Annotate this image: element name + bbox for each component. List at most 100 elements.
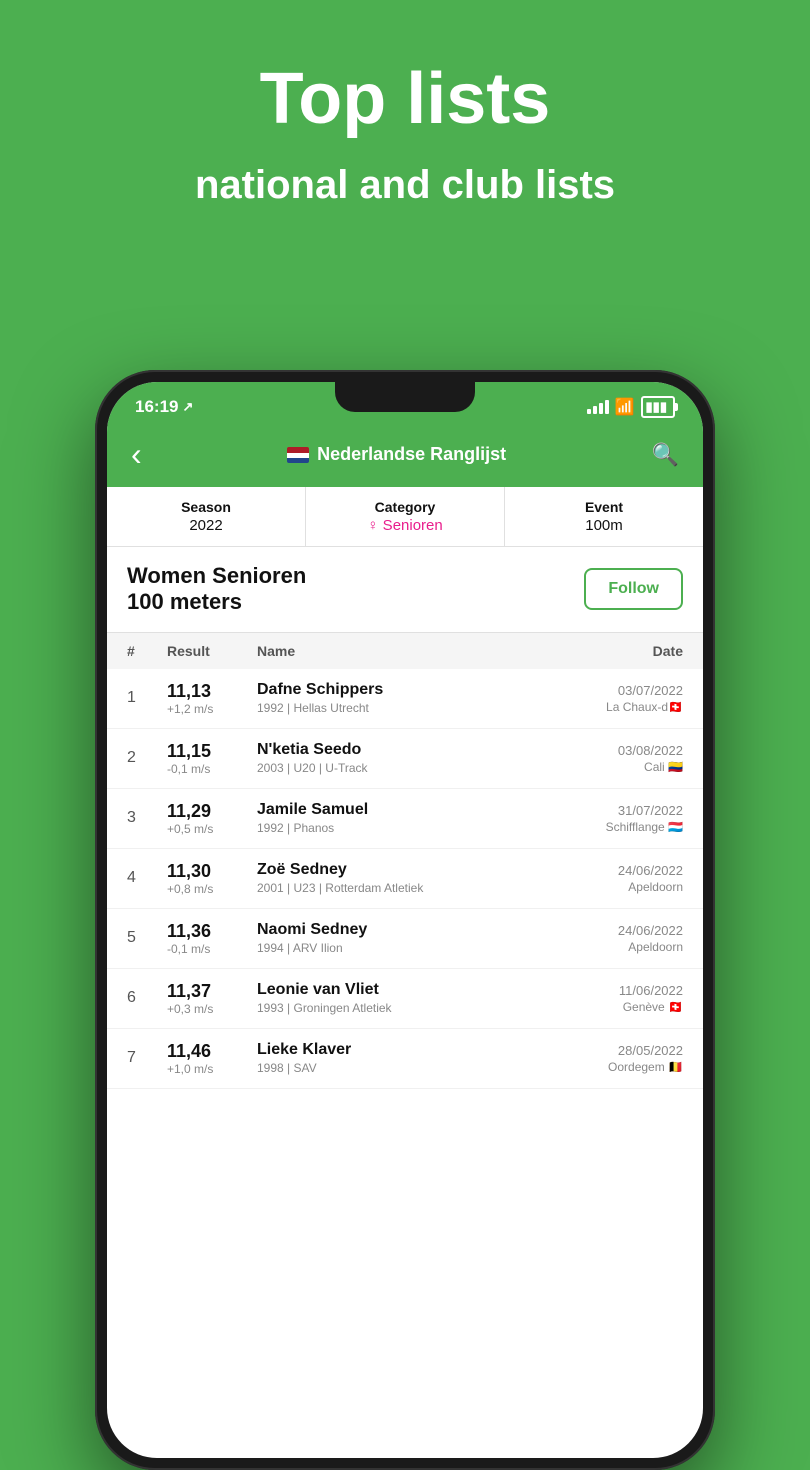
category-filter[interactable]: Category ♀ Senioren — [306, 487, 505, 546]
athlete-info: 2001 | U23 | Rotterdam Atletiek — [257, 881, 563, 895]
athlete-name: Naomi Sedney — [257, 921, 563, 939]
location-value: Apeldoorn — [563, 880, 683, 894]
result-cell: 11,46 +1,0 m/s — [167, 1041, 257, 1076]
result-value: 11,13 — [167, 681, 257, 702]
athlete-info: 1992 | Phanos — [257, 821, 563, 835]
table-row[interactable]: 3 11,29 +0,5 m/s Jamile Samuel 1992 | Ph… — [107, 789, 703, 849]
nav-bar: ‹ Nederlandse Ranglijst 🔍 — [107, 426, 703, 487]
athlete-info: 1994 | ARV Ilion — [257, 941, 563, 955]
result-cell: 11,36 -0,1 m/s — [167, 921, 257, 956]
status-icons: 📶 ▮▮▮ — [587, 396, 675, 418]
date-value: 03/07/2022 — [563, 683, 683, 698]
location-icon: ↗ — [182, 399, 193, 415]
event-filter[interactable]: Event 100m — [505, 487, 703, 546]
nl-flag-icon — [287, 444, 309, 465]
battery-icon: ▮▮▮ — [641, 396, 675, 418]
athlete-name: Dafne Schippers — [257, 681, 563, 699]
rank-cell: 2 — [127, 749, 167, 767]
table-row[interactable]: 1 11,13 +1,2 m/s Dafne Schippers 1992 | … — [107, 669, 703, 729]
name-cell: Dafne Schippers 1992 | Hellas Utrecht — [257, 681, 563, 715]
athlete-info: 1993 | Groningen Atletiek — [257, 1001, 563, 1015]
date-value: 31/07/2022 — [563, 803, 683, 818]
season-filter[interactable]: Season 2022 — [107, 487, 306, 546]
athlete-name: N'ketia Seedo — [257, 741, 563, 759]
name-cell: N'ketia Seedo 2003 | U20 | U-Track — [257, 741, 563, 775]
event-label: Event — [513, 499, 695, 515]
date-cell: 03/07/2022 La Chaux-d🇨🇭 — [563, 683, 683, 714]
result-value: 11,36 — [167, 921, 257, 942]
date-value: 28/05/2022 — [563, 1043, 683, 1058]
date-cell: 03/08/2022 Cali 🇨🇴 — [563, 743, 683, 774]
wind-value: +0,5 m/s — [167, 822, 257, 836]
result-cell: 11,15 -0,1 m/s — [167, 741, 257, 776]
rank-cell: 3 — [127, 809, 167, 827]
result-value: 11,29 — [167, 801, 257, 822]
athlete-name: Leonie van Vliet — [257, 981, 563, 999]
name-cell: Leonie van Vliet 1993 | Groningen Atleti… — [257, 981, 563, 1015]
rank-cell: 7 — [127, 1049, 167, 1067]
table-header: # Result Name Date — [107, 633, 703, 669]
phone-notch — [335, 382, 475, 412]
date-value: 24/06/2022 — [563, 923, 683, 938]
athlete-info: 2003 | U20 | U-Track — [257, 761, 563, 775]
location-value: Schifflange 🇱🇺 — [563, 820, 683, 834]
date-cell: 24/06/2022 Apeldoorn — [563, 923, 683, 954]
location-value: Genève 🇨🇭 — [563, 1000, 683, 1014]
result-cell: 11,30 +0,8 m/s — [167, 861, 257, 896]
category-label: Category — [314, 499, 496, 515]
list-title: Women Senioren 100 meters — [127, 563, 306, 616]
wifi-icon: 📶 — [615, 397, 635, 417]
wind-value: +0,8 m/s — [167, 882, 257, 896]
nav-title-text: Nederlandse Ranglijst — [317, 444, 506, 465]
back-button[interactable]: ‹ — [131, 436, 142, 473]
list-heading: Women Senioren — [127, 563, 306, 589]
signal-icon — [587, 400, 609, 414]
result-cell: 11,37 +0,3 m/s — [167, 981, 257, 1016]
hero-title: Top lists — [40, 60, 770, 139]
table-row[interactable]: 2 11,15 -0,1 m/s N'ketia Seedo 2003 | U2… — [107, 729, 703, 789]
status-time: 16:19 ↗ — [135, 397, 193, 417]
table-row[interactable]: 6 11,37 +0,3 m/s Leonie van Vliet 1993 |… — [107, 969, 703, 1029]
rank-cell: 6 — [127, 989, 167, 1007]
season-value: 2022 — [115, 517, 297, 534]
list-subheading: 100 meters — [127, 589, 306, 615]
date-cell: 11/06/2022 Genève 🇨🇭 — [563, 983, 683, 1014]
season-label: Season — [115, 499, 297, 515]
location-value: Oordegem 🇧🇪 — [563, 1060, 683, 1074]
athlete-name: Zoë Sedney — [257, 861, 563, 879]
location-value: La Chaux-d🇨🇭 — [563, 700, 683, 714]
result-value: 11,37 — [167, 981, 257, 1002]
nav-title: Nederlandse Ranglijst — [287, 444, 506, 465]
rank-header: # — [127, 643, 167, 659]
name-cell: Naomi Sedney 1994 | ARV Ilion — [257, 921, 563, 955]
result-cell: 11,29 +0,5 m/s — [167, 801, 257, 836]
athlete-info: 1998 | SAV — [257, 1061, 563, 1075]
wind-value: -0,1 m/s — [167, 942, 257, 956]
follow-button[interactable]: Follow — [584, 568, 683, 610]
wind-value: +0,3 m/s — [167, 1002, 257, 1016]
location-value: Cali 🇨🇴 — [563, 760, 683, 774]
rank-cell: 4 — [127, 869, 167, 887]
date-value: 03/08/2022 — [563, 743, 683, 758]
result-value: 11,30 — [167, 861, 257, 882]
phone-screen: 16:19 ↗ 📶 ▮▮▮ ‹ — [107, 382, 703, 1458]
list-title-section: Women Senioren 100 meters Follow — [107, 547, 703, 633]
result-value: 11,46 — [167, 1041, 257, 1062]
search-icon[interactable]: 🔍 — [652, 442, 679, 468]
phone-frame: 16:19 ↗ 📶 ▮▮▮ ‹ — [95, 370, 715, 1470]
table-body: 1 11,13 +1,2 m/s Dafne Schippers 1992 | … — [107, 669, 703, 1458]
date-value: 11/06/2022 — [563, 983, 683, 998]
filter-row: Season 2022 Category ♀ Senioren Event 10… — [107, 487, 703, 547]
clock-display: 16:19 — [135, 397, 178, 417]
result-value: 11,15 — [167, 741, 257, 762]
table-row[interactable]: 4 11,30 +0,8 m/s Zoë Sedney 2001 | U23 |… — [107, 849, 703, 909]
category-value: ♀ Senioren — [314, 517, 496, 534]
date-cell: 28/05/2022 Oordegem 🇧🇪 — [563, 1043, 683, 1074]
athlete-info: 1992 | Hellas Utrecht — [257, 701, 563, 715]
rank-cell: 5 — [127, 929, 167, 947]
event-value: 100m — [513, 517, 695, 534]
date-header: Date — [563, 643, 683, 659]
table-row[interactable]: 7 11,46 +1,0 m/s Lieke Klaver 1998 | SAV… — [107, 1029, 703, 1089]
table-row[interactable]: 5 11,36 -0,1 m/s Naomi Sedney 1994 | ARV… — [107, 909, 703, 969]
hero-subtitle: national and club lists — [40, 159, 770, 211]
